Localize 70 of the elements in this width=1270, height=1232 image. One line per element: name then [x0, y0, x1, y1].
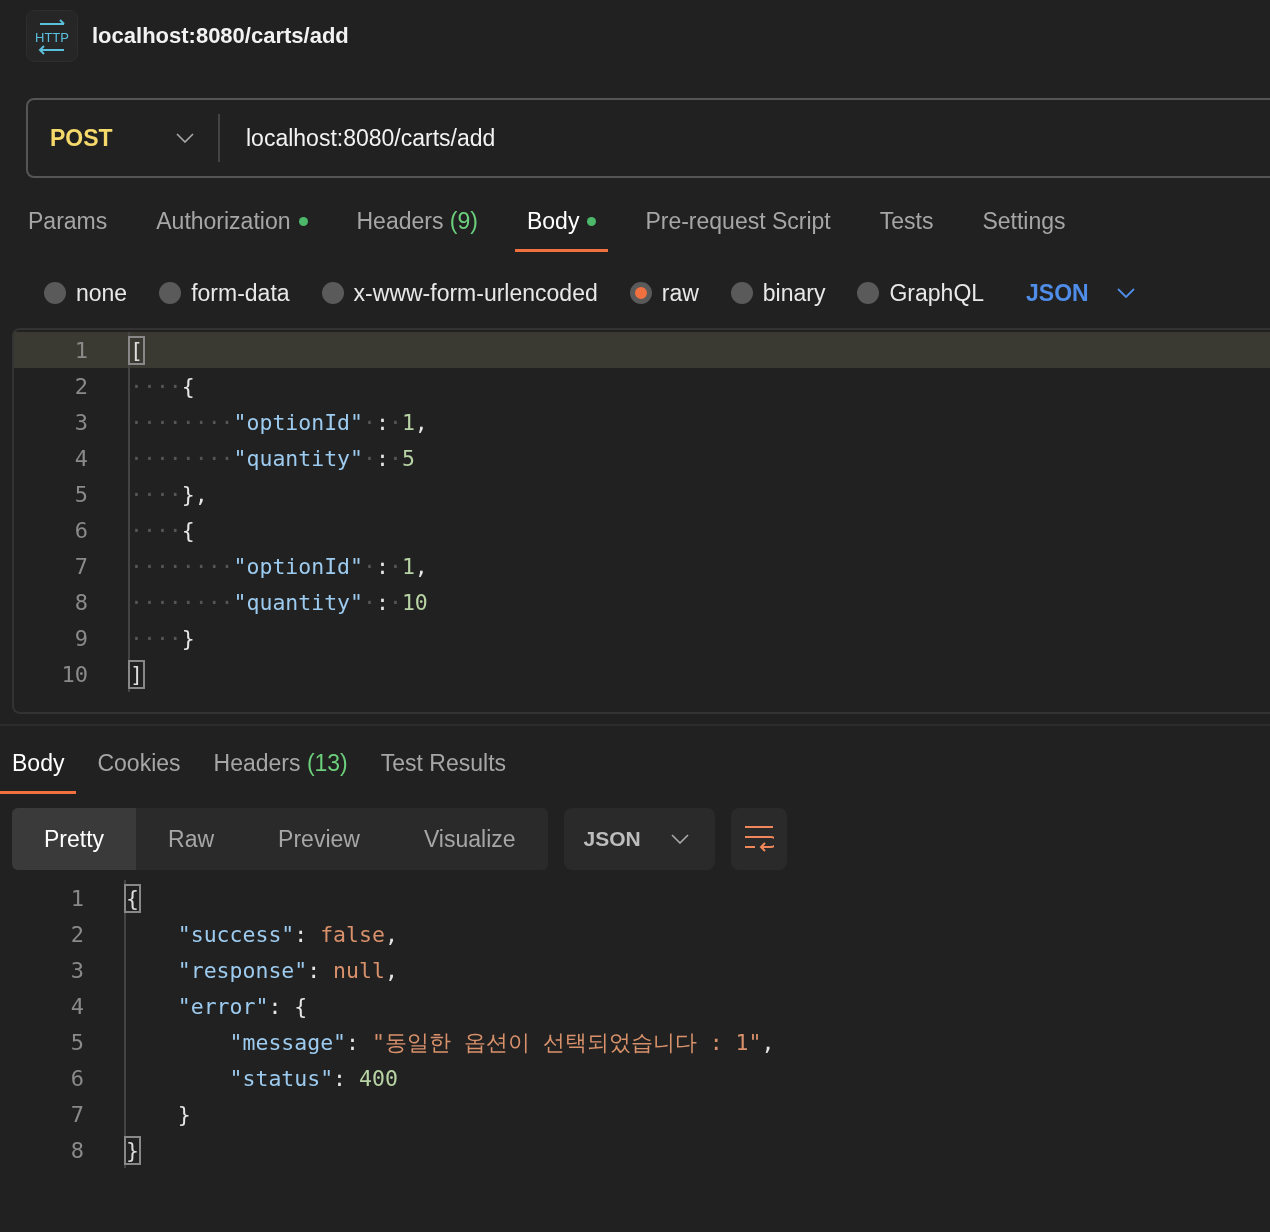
code-line: "response": null,	[124, 952, 398, 988]
code-line: }	[124, 1132, 139, 1168]
response-tab[interactable]: Cookies	[85, 736, 193, 794]
code-editor[interactable]: 1 [ 2 ····{ 3 ········"optionId"·:·1, 4 ········"quantity"·:·5 5 ····}, 6 ····{ 7 ········"optionId"·:·1, 8 ········"quantity"·:·10 9 ····} 10 ]	[12, 328, 1270, 714]
url-field[interactable]: localhost:8080/carts/add	[220, 100, 1270, 176]
body-type-radio[interactable]: binary	[730, 279, 826, 307]
view-mode-button[interactable]: Visualize	[391, 808, 548, 870]
code-line: ]	[128, 656, 143, 692]
line-number: 2	[73, 373, 88, 399]
body-type-radio[interactable]: GraphQL	[857, 279, 985, 307]
request-tab[interactable]: Body	[514, 194, 609, 252]
code-line: "error": {	[124, 988, 308, 1024]
http-icon: HTTP	[26, 10, 78, 62]
body-type-radio[interactable]: raw	[629, 279, 699, 307]
request-tab[interactable]: Tests	[867, 194, 946, 252]
code-line: "status": 400	[124, 1060, 398, 1096]
request-tab[interactable]: Headers (9)	[344, 194, 490, 252]
body-type-radio[interactable]: none	[44, 279, 128, 307]
response-tab[interactable]: Test Results	[368, 736, 519, 794]
line-number: 3	[69, 957, 84, 983]
code-line: ····{	[128, 368, 195, 404]
view-mode-button[interactable]: Preview	[246, 808, 392, 870]
view-mode-button[interactable]: Raw	[136, 808, 247, 870]
line-number: 3	[73, 409, 88, 435]
code-line: ····},	[128, 476, 208, 512]
chevron-icon	[670, 834, 689, 844]
line-number: 6	[73, 517, 88, 543]
line-number: 7	[73, 553, 88, 579]
request-tab[interactable]: Pre-request Script	[633, 194, 843, 252]
line-number: 5	[69, 1029, 84, 1055]
code-line: ········"optionId"·:·1,	[128, 404, 428, 440]
format-dropdown[interactable]: JSON	[563, 808, 715, 870]
chevron-icon	[176, 133, 194, 143]
code-line: "message": "동일한 옵션이 선택되었습니다 : 1",	[124, 1024, 775, 1060]
wrap-icon	[743, 825, 774, 853]
line-number: 2	[69, 921, 84, 947]
line-number: 9	[73, 625, 88, 651]
body-type-radio[interactable]: x-www-form-urlencoded	[321, 279, 598, 307]
method-dropdown[interactable]: POST	[28, 124, 218, 152]
code-line: "success": false,	[124, 916, 398, 952]
code-line: ····}	[128, 620, 195, 656]
code-line: ········"optionId"·:·1,	[128, 548, 428, 584]
view-mode-button[interactable]: Pretty	[12, 808, 137, 870]
code-line: [	[128, 332, 143, 368]
line-number: 5	[73, 481, 88, 507]
response-tab[interactable]: Headers (13)	[201, 736, 360, 794]
wrap-button[interactable]	[730, 808, 787, 870]
request-tab[interactable]: Settings	[970, 194, 1078, 252]
line-number: 7	[69, 1101, 84, 1127]
response-tab[interactable]: Body	[0, 736, 77, 794]
url-bar[interactable]: POST localhost:8080/carts/add	[26, 98, 1270, 178]
line-number: 1	[69, 885, 84, 911]
line-number: 1	[73, 337, 88, 363]
line-number: 4	[73, 445, 88, 471]
body-type-radio[interactable]: form-data	[159, 279, 290, 307]
line-number: 10	[60, 661, 88, 687]
code-line: }	[124, 1096, 191, 1132]
line-number: 8	[69, 1137, 84, 1163]
request-tab[interactable]: Authorization	[144, 194, 320, 252]
code-line: ····{	[128, 512, 195, 548]
chevron-icon	[1116, 288, 1135, 298]
line-number: 4	[69, 993, 84, 1019]
request-title: localhost:8080/carts/add	[92, 23, 349, 49]
line-number: 8	[73, 589, 88, 615]
code-line: ········"quantity"·:·10	[128, 584, 428, 620]
code-line: ········"quantity"·:·5	[128, 440, 415, 476]
format-dropdown[interactable]: JSON	[1020, 278, 1141, 308]
line-number: 6	[69, 1065, 84, 1091]
code-line: {	[124, 880, 139, 916]
request-tab[interactable]: Params	[16, 194, 120, 252]
